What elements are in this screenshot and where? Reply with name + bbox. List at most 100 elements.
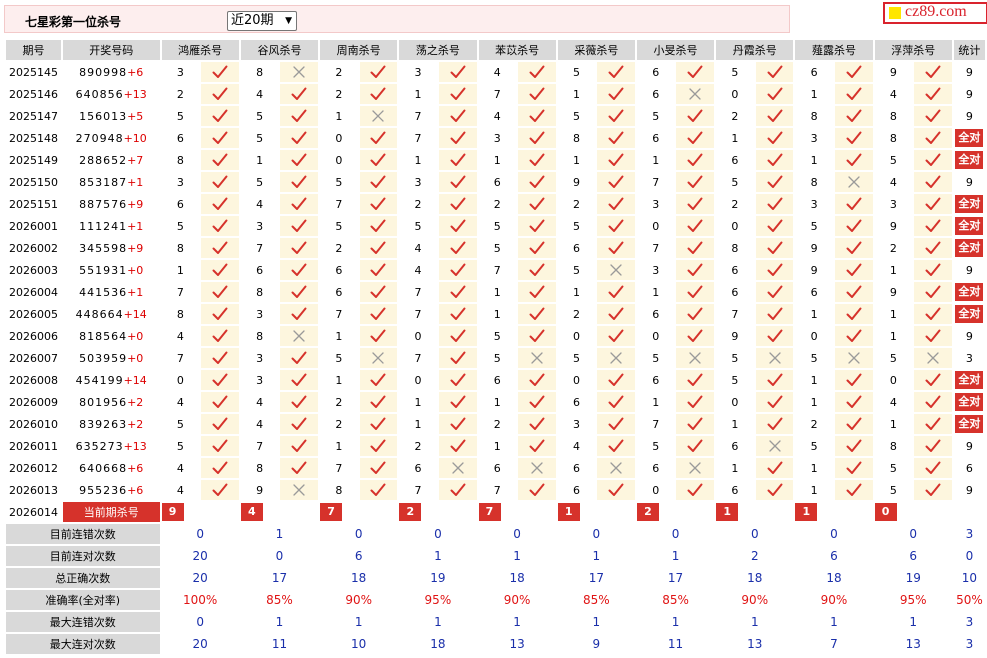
check-icon bbox=[529, 65, 545, 78]
kill-number-cell: 1 bbox=[335, 439, 343, 453]
stats-value: 0 bbox=[909, 527, 918, 541]
result-mark-cell bbox=[359, 172, 398, 192]
check-icon bbox=[370, 395, 386, 408]
check-icon bbox=[370, 175, 386, 188]
kill-number-cell: 2 bbox=[493, 197, 501, 211]
check-icon bbox=[846, 87, 862, 100]
kill-number-cell: 5 bbox=[810, 351, 818, 365]
kill-number-cell: 0 bbox=[414, 373, 422, 387]
kill-number-cell: 1 bbox=[493, 395, 501, 409]
draw-sum: +10 bbox=[123, 131, 147, 145]
check-icon bbox=[212, 131, 228, 144]
check-icon bbox=[925, 197, 941, 210]
stat-count-cell: 9 bbox=[965, 87, 973, 101]
check-icon bbox=[529, 373, 545, 386]
table-row: 2026006 818564+0 4 8 1 0 5 0 0 9 0 1 9 bbox=[6, 326, 985, 346]
table-row: 2025146 640856+13 2 4 2 1 7 1 6 0 1 4 9 bbox=[6, 84, 985, 104]
kill-number-cell: 1 bbox=[889, 307, 897, 321]
check-icon bbox=[450, 87, 466, 100]
check-icon bbox=[291, 109, 307, 122]
kill-number-cell: 1 bbox=[335, 373, 343, 387]
check-icon bbox=[767, 417, 783, 430]
result-mark-cell bbox=[676, 106, 715, 126]
kill-number-cell: 6 bbox=[652, 373, 660, 387]
kill-number-cell: 1 bbox=[493, 153, 501, 167]
check-icon bbox=[608, 329, 624, 342]
check-icon bbox=[212, 307, 228, 320]
result-mark-cell bbox=[834, 128, 873, 148]
result-mark-cell bbox=[676, 458, 715, 478]
result-mark-cell bbox=[280, 128, 319, 148]
kill-number-cell: 5 bbox=[572, 219, 580, 233]
draw-digits: 288652 bbox=[79, 153, 128, 167]
check-icon bbox=[370, 87, 386, 100]
result-mark-cell bbox=[359, 304, 398, 324]
kill-number-cell: 2 bbox=[572, 197, 580, 211]
result-mark-cell bbox=[914, 216, 952, 236]
kill-number-cell: 4 bbox=[176, 461, 184, 475]
stats-value: 17 bbox=[667, 571, 684, 585]
result-mark-cell bbox=[834, 348, 873, 368]
kill-number-cell: 2 bbox=[335, 87, 343, 101]
check-icon bbox=[608, 197, 624, 210]
result-mark-cell bbox=[597, 348, 635, 368]
kill-number-cell: 5 bbox=[652, 439, 660, 453]
draw-sum: +6 bbox=[127, 65, 144, 79]
result-mark-cell bbox=[676, 480, 715, 500]
check-icon bbox=[687, 417, 703, 430]
stats-value: 0 bbox=[196, 615, 204, 629]
result-mark-cell bbox=[518, 62, 556, 82]
current-kill-badge: 4 bbox=[240, 503, 263, 521]
column-header: 苯苡杀号 bbox=[478, 40, 556, 60]
all-correct-badge: 全对 bbox=[955, 305, 984, 323]
kill-number-cell: 3 bbox=[414, 175, 422, 189]
result-mark-cell bbox=[280, 216, 319, 236]
kill-number-cell: 7 bbox=[652, 241, 660, 255]
result-mark-cell bbox=[914, 128, 952, 148]
period-select[interactable]: 近20期 ▼ bbox=[227, 11, 297, 31]
check-icon bbox=[370, 483, 386, 496]
check-icon bbox=[529, 285, 545, 298]
check-icon bbox=[925, 175, 941, 188]
site-logo[interactable]: cz89.com bbox=[883, 2, 987, 24]
kill-number-cell: 1 bbox=[256, 153, 264, 167]
cross-icon bbox=[610, 264, 622, 276]
current-kill-badge: 7 bbox=[478, 503, 501, 521]
kill-number-cell: 7 bbox=[493, 263, 501, 277]
check-icon bbox=[529, 153, 545, 166]
stats-value: 1 bbox=[671, 615, 680, 629]
period-cell: 2026005 bbox=[6, 304, 61, 324]
check-icon bbox=[846, 219, 862, 232]
cross-icon bbox=[531, 462, 543, 474]
stats-value: 13 bbox=[747, 637, 763, 651]
draw-sum: +1 bbox=[127, 175, 144, 189]
result-mark-cell bbox=[438, 414, 477, 434]
draw-number-cell: 887576+9 bbox=[63, 194, 160, 214]
result-mark-cell bbox=[438, 238, 477, 258]
result-mark-cell bbox=[914, 62, 952, 82]
result-mark-cell bbox=[755, 414, 794, 434]
result-mark-cell bbox=[518, 436, 556, 456]
kill-number-cell: 5 bbox=[493, 329, 501, 343]
result-mark-cell bbox=[914, 84, 952, 104]
title-bar: 七星彩第一位杀号 近20期 ▼ bbox=[4, 5, 790, 33]
check-icon bbox=[925, 219, 941, 232]
result-mark-cell bbox=[597, 392, 635, 412]
kill-number-cell: 6 bbox=[810, 285, 818, 299]
result-mark-cell bbox=[755, 326, 794, 346]
check-icon bbox=[450, 351, 466, 364]
stats-value: 18 bbox=[509, 571, 525, 585]
stats-value: 90% bbox=[820, 593, 848, 607]
check-icon bbox=[291, 197, 307, 210]
kill-number-cell: 4 bbox=[414, 263, 422, 277]
kill-number-cell: 5 bbox=[889, 461, 897, 475]
period-cell: 2025151 bbox=[6, 194, 61, 214]
stats-value: 1 bbox=[354, 615, 363, 629]
chevron-down-icon: ▼ bbox=[285, 16, 292, 26]
check-icon bbox=[291, 175, 307, 188]
stat-count-cell: 9 bbox=[965, 109, 973, 123]
draw-digits: 890998 bbox=[79, 65, 128, 79]
result-mark-cell bbox=[676, 150, 715, 170]
check-icon bbox=[608, 219, 624, 232]
result-mark-cell bbox=[755, 304, 794, 324]
